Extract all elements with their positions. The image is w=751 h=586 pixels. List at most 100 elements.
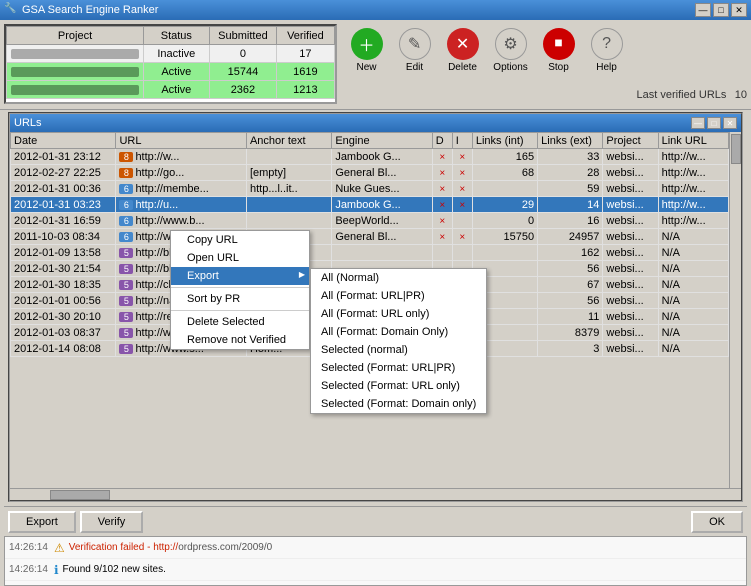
linkurl-cell: http://w... bbox=[658, 213, 728, 229]
submitted-cell: 2362 bbox=[209, 81, 277, 99]
linksext-cell: 162 bbox=[538, 245, 603, 261]
i-cell: × bbox=[452, 165, 472, 181]
engine-cell: General Bl... bbox=[332, 165, 432, 181]
th-d[interactable]: D bbox=[432, 133, 452, 149]
maximize-button[interactable]: □ bbox=[713, 3, 729, 17]
table-row[interactable]: 2012-01-31 00:36 6http://membe... http..… bbox=[11, 181, 729, 197]
vertical-scrollbar[interactable] bbox=[729, 132, 741, 488]
table-row[interactable]: 2012-01-31 16:59 6http://www.b... BeepWo… bbox=[11, 213, 729, 229]
project-name-cell bbox=[7, 63, 144, 81]
edit-icon: ✎ bbox=[399, 28, 431, 60]
date-cell: 2012-01-14 08:08 bbox=[11, 341, 116, 357]
engine-cell: Nuke Gues... bbox=[332, 181, 432, 197]
th-engine[interactable]: Engine bbox=[332, 133, 432, 149]
minimize-button[interactable]: — bbox=[695, 3, 711, 17]
th-date[interactable]: Date bbox=[11, 133, 116, 149]
date-cell: 2012-01-30 20:10 bbox=[11, 309, 116, 325]
stop-label: Stop bbox=[548, 62, 569, 73]
export-button[interactable]: Export bbox=[8, 511, 76, 533]
log-message-cont: ordpress.com/2009/0 bbox=[178, 542, 272, 553]
d-cell: × bbox=[432, 229, 452, 245]
table-row[interactable]: 2012-02-27 22:25 8http://go... [empty] G… bbox=[11, 165, 729, 181]
export-submenu-item[interactable]: All (Normal) bbox=[311, 269, 486, 287]
export-submenu-item[interactable]: Selected (normal) bbox=[311, 341, 486, 359]
col-header-project: Project bbox=[7, 27, 144, 45]
linkurl-cell: http://w... bbox=[658, 181, 728, 197]
verified-cell: 1619 bbox=[277, 63, 334, 81]
toolbar-area: Project Status Submitted Verified Inacti… bbox=[0, 20, 751, 110]
th-project[interactable]: Project bbox=[603, 133, 658, 149]
ctx-remove-not-verified[interactable]: Remove not Verified bbox=[171, 331, 309, 349]
linkurl-cell: http://w... bbox=[658, 149, 728, 165]
linksext-cell: 28 bbox=[538, 165, 603, 181]
anchor-cell: http...l..it.. bbox=[246, 181, 331, 197]
th-linksext[interactable]: Links (ext) bbox=[538, 133, 603, 149]
delete-button[interactable]: ✕ Delete bbox=[441, 28, 485, 73]
h-scrollbar-thumb[interactable] bbox=[50, 490, 110, 500]
horizontal-scrollbar[interactable] bbox=[10, 488, 741, 500]
export-submenu-item[interactable]: All (Format: URL only) bbox=[311, 305, 486, 323]
table-row[interactable]: Active 15744 1619 bbox=[7, 63, 335, 81]
new-icon: ＋ bbox=[351, 28, 383, 60]
stop-button[interactable]: ⏹ Stop bbox=[537, 28, 581, 73]
urls-maximize-button[interactable]: □ bbox=[707, 117, 721, 129]
title-bar: 🔧 GSA Search Engine Ranker — □ ✕ bbox=[0, 0, 751, 20]
col-header-submitted: Submitted bbox=[209, 27, 277, 45]
table-row[interactable]: 2011-10-03 08:34 6http://www.fr... Gener… bbox=[11, 229, 729, 245]
linksint-cell: 15750 bbox=[472, 229, 537, 245]
th-i[interactable]: I bbox=[452, 133, 472, 149]
export-submenu-item[interactable]: Selected (Format: URL|PR) bbox=[311, 359, 486, 377]
th-anchor[interactable]: Anchor text bbox=[246, 133, 331, 149]
d-cell bbox=[432, 245, 452, 261]
status-cell: Active bbox=[144, 81, 209, 99]
table-row[interactable]: Active 2362 1213 bbox=[7, 81, 335, 99]
project-cell: websi... bbox=[603, 261, 658, 277]
i-cell: × bbox=[452, 181, 472, 197]
export-submenu-item[interactable]: Selected (Format: URL only) bbox=[311, 377, 486, 395]
log-time: 14:26:14 bbox=[9, 564, 48, 575]
table-row[interactable]: 2012-01-09 13:58 5http://blog.se... 162 … bbox=[11, 245, 729, 261]
i-cell bbox=[452, 213, 472, 229]
linksint-cell: 165 bbox=[472, 149, 537, 165]
d-cell: × bbox=[432, 197, 452, 213]
ctx-copy-url[interactable]: Copy URL bbox=[171, 231, 309, 249]
close-button[interactable]: ✕ bbox=[731, 3, 747, 17]
urls-close-button[interactable]: ✕ bbox=[723, 117, 737, 129]
date-cell: 2012-02-27 22:25 bbox=[11, 165, 116, 181]
ctx-sort-pr[interactable]: Sort by PR bbox=[171, 290, 309, 308]
table-row[interactable]: 2012-01-31 03:23 6http://u... Jambook G.… bbox=[11, 197, 729, 213]
verified-label: Last verified URLs 10 bbox=[637, 89, 747, 105]
export-submenu-item[interactable]: Selected (Format: Domain only) bbox=[311, 395, 486, 413]
toolbar-buttons: ＋ New ✎ Edit ✕ Delete ⚙ Options ⏹ Stop ?… bbox=[337, 24, 637, 77]
export-submenu-item[interactable]: All (Format: URL|PR) bbox=[311, 287, 486, 305]
verify-button[interactable]: Verify bbox=[80, 511, 144, 533]
bottom-bar: Export Verify OK bbox=[4, 506, 747, 536]
export-submenu-item[interactable]: All (Format: Domain Only) bbox=[311, 323, 486, 341]
ctx-open-url[interactable]: Open URL bbox=[171, 249, 309, 267]
table-row[interactable]: Inactive 0 17 bbox=[7, 45, 335, 63]
new-button[interactable]: ＋ New bbox=[345, 28, 389, 73]
urls-minimize-button[interactable]: — bbox=[691, 117, 705, 129]
engine-cell bbox=[332, 245, 432, 261]
table-row[interactable]: 2012-01-31 23:12 8http://w... Jambook G.… bbox=[11, 149, 729, 165]
th-linkurl[interactable]: Link URL bbox=[658, 133, 728, 149]
ok-button[interactable]: OK bbox=[691, 511, 743, 533]
options-button[interactable]: ⚙ Options bbox=[489, 28, 533, 73]
linkurl-cell: N/A bbox=[658, 245, 728, 261]
ctx-delete-selected[interactable]: Delete Selected bbox=[171, 313, 309, 331]
submitted-cell: 15744 bbox=[209, 63, 277, 81]
th-url[interactable]: URL bbox=[116, 133, 247, 149]
help-button[interactable]: ? Help bbox=[585, 28, 629, 73]
ctx-export[interactable]: Export bbox=[171, 267, 309, 285]
project-cell: websi... bbox=[603, 309, 658, 325]
date-cell: 2012-01-30 18:35 bbox=[11, 277, 116, 293]
linksext-cell: 33 bbox=[538, 149, 603, 165]
linkurl-cell: N/A bbox=[658, 293, 728, 309]
delete-label: Delete bbox=[448, 62, 477, 73]
th-linksint[interactable]: Links (int) bbox=[472, 133, 537, 149]
col-header-status: Status bbox=[144, 27, 209, 45]
edit-button[interactable]: ✎ Edit bbox=[393, 28, 437, 73]
edit-label: Edit bbox=[406, 62, 423, 73]
scrollbar-thumb[interactable] bbox=[731, 134, 741, 164]
delete-icon: ✕ bbox=[447, 28, 479, 60]
